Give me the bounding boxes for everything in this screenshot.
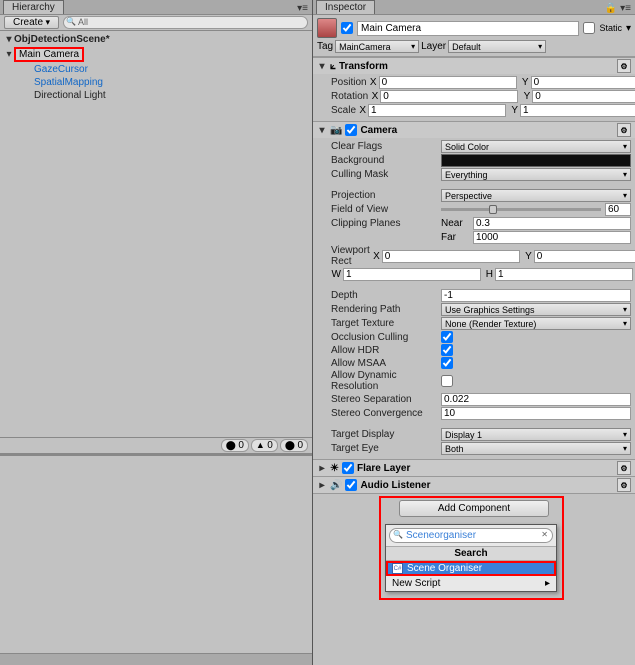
- flare-icon: ☀: [330, 463, 339, 474]
- tag-label: Tag: [317, 41, 333, 52]
- culling-mask-dropdown[interactable]: Everything: [441, 168, 631, 181]
- msaa-checkbox[interactable]: [441, 357, 453, 369]
- add-component-button[interactable]: Add Component: [399, 500, 549, 517]
- target-eye-dropdown[interactable]: Both: [441, 442, 631, 455]
- y-field[interactable]: [532, 90, 635, 103]
- target-display-dropdown[interactable]: Display 1: [441, 428, 631, 441]
- gear-icon[interactable]: ⚙: [617, 461, 631, 475]
- depth-field[interactable]: [441, 289, 631, 302]
- near-field[interactable]: [473, 217, 631, 230]
- y-field[interactable]: [520, 104, 635, 117]
- y-field[interactable]: [531, 76, 635, 89]
- hierarchy-tab[interactable]: Hierarchy: [3, 0, 64, 14]
- status-badge: ⬤ 0: [280, 439, 308, 452]
- new-script-item[interactable]: New Script▸: [386, 576, 556, 591]
- foldout-icon[interactable]: ▸: [317, 480, 327, 491]
- gear-icon[interactable]: ⚙: [617, 123, 631, 137]
- scene-row[interactable]: ▾ObjDetectionScene*: [0, 33, 312, 46]
- script-icon: C#: [392, 563, 403, 574]
- hierarchy-search-input[interactable]: All: [63, 16, 308, 29]
- camera-icon: 📷: [330, 125, 342, 136]
- viewport-h[interactable]: [495, 268, 633, 281]
- x-field[interactable]: [380, 90, 518, 103]
- active-checkbox[interactable]: [341, 22, 353, 34]
- occlusion-checkbox[interactable]: [441, 331, 453, 343]
- component-enable-checkbox[interactable]: [345, 479, 357, 491]
- foldout-icon[interactable]: ▾: [317, 125, 327, 136]
- dynres-checkbox[interactable]: [441, 375, 453, 387]
- create-button[interactable]: Create ▾: [4, 16, 59, 29]
- prop-label: Scale: [331, 105, 356, 116]
- panel-menu-icon[interactable]: 🔒 ▾≡: [601, 3, 635, 14]
- stereo-conv-field[interactable]: [441, 407, 631, 420]
- viewport-x[interactable]: [382, 250, 520, 263]
- static-dropdown-icon[interactable]: ▾: [626, 23, 631, 34]
- foldout-icon[interactable]: ▾: [317, 61, 327, 72]
- target-texture-field[interactable]: None (Render Texture): [441, 317, 631, 330]
- tag-dropdown[interactable]: MainCamera: [335, 40, 419, 53]
- component-enable-checkbox[interactable]: [345, 124, 357, 136]
- hierarchy-item[interactable]: Directional Light: [0, 89, 312, 102]
- hierarchy-item[interactable]: SpatialMapping: [0, 76, 312, 89]
- component-search-input[interactable]: Sceneorganiser: [389, 528, 553, 543]
- projection-dropdown[interactable]: Perspective: [441, 189, 631, 202]
- stereo-sep-field[interactable]: [441, 393, 631, 406]
- audio-icon: 🔊: [330, 480, 342, 491]
- chevron-right-icon: ▸: [545, 578, 550, 589]
- fov-slider[interactable]: [441, 203, 631, 216]
- far-field[interactable]: [473, 231, 631, 244]
- popup-title: Search: [386, 546, 556, 561]
- hierarchy-tree: ▾ObjDetectionScene* ▾Main Camera GazeCur…: [0, 31, 312, 437]
- hdr-checkbox[interactable]: [441, 344, 453, 356]
- gameobject-name-input[interactable]: [357, 21, 579, 36]
- transform-icon: ⟀: [330, 61, 336, 72]
- prop-label: Rotation: [331, 91, 368, 102]
- status-badge: ▲ 0: [251, 439, 278, 452]
- gameobject-icon[interactable]: [317, 18, 337, 38]
- foldout-icon[interactable]: ▾: [4, 49, 14, 60]
- hierarchy-item-main-camera[interactable]: ▾Main Camera: [0, 46, 312, 63]
- status-badge: ⬤ 0: [221, 439, 249, 452]
- static-checkbox[interactable]: [583, 22, 595, 34]
- foldout-icon[interactable]: ▾: [4, 34, 14, 45]
- clear-flags-dropdown[interactable]: Solid Color: [441, 140, 631, 153]
- fov-field[interactable]: [605, 203, 631, 216]
- gear-icon[interactable]: ⚙: [617, 59, 631, 73]
- viewport-y[interactable]: [534, 250, 635, 263]
- hierarchy-item[interactable]: GazeCursor: [0, 63, 312, 76]
- add-component-popup: Sceneorganiser Search C#Scene Organiser …: [385, 524, 557, 592]
- search-result-scene-organiser[interactable]: C#Scene Organiser: [386, 561, 556, 576]
- static-label: Static: [599, 23, 622, 33]
- layer-label: Layer: [421, 41, 446, 52]
- foldout-icon[interactable]: ▸: [317, 463, 327, 474]
- x-field[interactable]: [368, 104, 506, 117]
- x-field[interactable]: [379, 76, 517, 89]
- rendering-path-dropdown[interactable]: Use Graphics Settings: [441, 303, 631, 316]
- panel-menu-icon[interactable]: ▾≡: [293, 3, 312, 14]
- gear-icon[interactable]: ⚙: [617, 478, 631, 492]
- layer-dropdown[interactable]: Default: [448, 40, 546, 53]
- inspector-tab[interactable]: Inspector: [316, 0, 375, 14]
- component-enable-checkbox[interactable]: [342, 462, 354, 474]
- viewport-w[interactable]: [343, 268, 481, 281]
- prop-label: Position: [331, 77, 367, 88]
- background-color-field[interactable]: [441, 154, 631, 167]
